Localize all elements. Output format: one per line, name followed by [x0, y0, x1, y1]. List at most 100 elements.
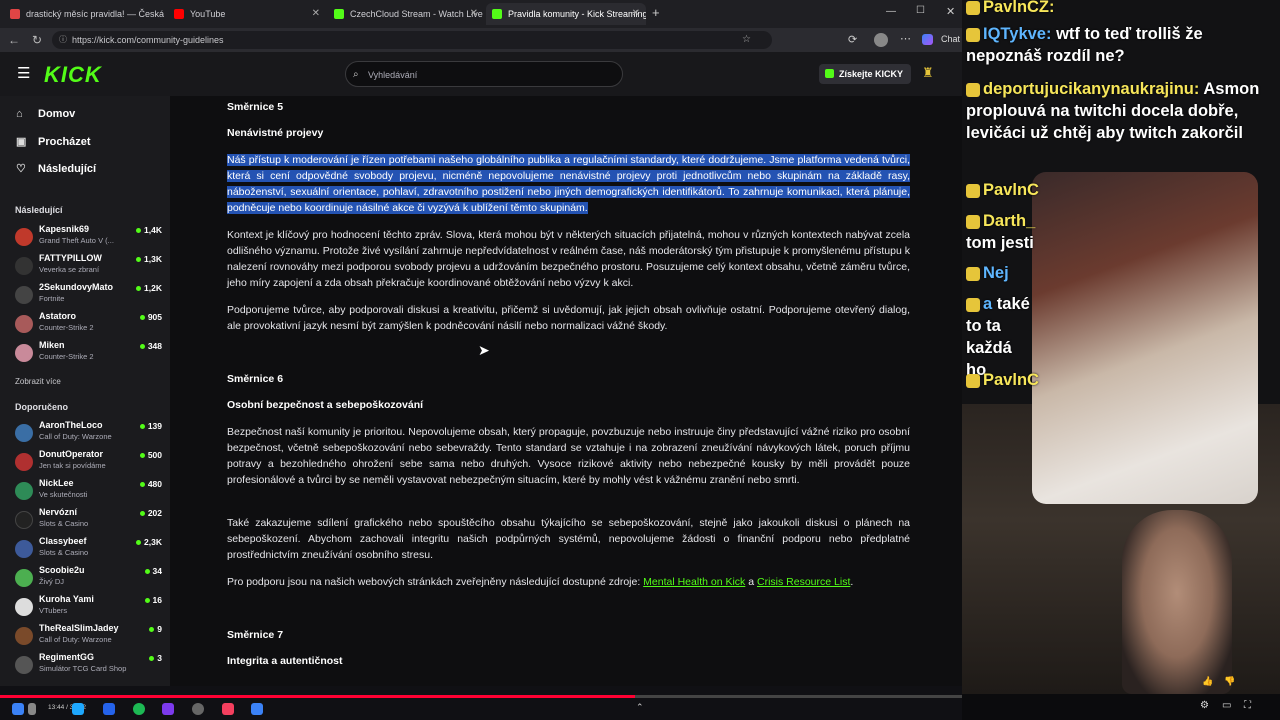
- sidebar-item-home[interactable]: ⌂ Domov: [16, 108, 75, 120]
- viewer-count: 480: [139, 479, 162, 489]
- account-icon[interactable]: ♜: [922, 65, 934, 81]
- favorite-star-icon[interactable]: ☆: [742, 31, 751, 49]
- url-field[interactable]: ⓘ https://kick.com/community-guidelines …: [52, 31, 772, 49]
- profile-avatar[interactable]: [874, 33, 888, 47]
- second-webcam: [1122, 510, 1232, 694]
- browse-icon: ▣: [16, 136, 27, 148]
- maximize-icon[interactable]: ☐: [916, 5, 925, 16]
- channel-name: Kapesnik69: [39, 224, 90, 234]
- guideline-5-paragraph-2: Kontext je klíčový pro hodnocení těchto …: [227, 229, 910, 289]
- browser-tab-community-guidelines[interactable]: Pravidla komunity - Kick Streaming ✕: [486, 3, 646, 25]
- channel-item[interactable]: Classybeef Slots & Casino 2,3K: [15, 536, 165, 564]
- recommended-section-title: Doporučeno: [15, 402, 68, 412]
- extensions-icon[interactable]: ⟳: [848, 33, 857, 46]
- stream-overlay-panel: PavlnCZ: IQTykve: wtf to teď trolliš že …: [962, 0, 1280, 720]
- app-icon[interactable]: [103, 703, 115, 715]
- guideline-7-subtitle: Integrita a autentičnost: [227, 655, 343, 667]
- close-tab-icon[interactable]: ✕: [312, 3, 320, 25]
- channel-category: Slots & Casino: [39, 548, 89, 557]
- close-window-icon[interactable]: ✕: [946, 5, 955, 18]
- channel-item[interactable]: Astatoro Counter-Strike 2 905: [15, 311, 165, 339]
- browser-tab-1[interactable]: drastický měsíc pravidla! — Česká t: [4, 3, 166, 25]
- browser-tab-youtube[interactable]: YouTube ✕: [168, 3, 326, 25]
- channel-item[interactable]: DonutOperator Jen tak si povídáme 500: [15, 449, 165, 477]
- chat-username: Darth_: [983, 212, 1036, 230]
- dislike-icon[interactable]: 👎: [1224, 676, 1235, 687]
- avatar: [15, 315, 33, 333]
- more-menu-icon[interactable]: ⋯: [900, 32, 911, 45]
- viewer-count-value: 500: [147, 450, 162, 460]
- show-more-link[interactable]: Zobrazit více: [15, 377, 61, 386]
- channel-item[interactable]: RegimentGG Simulátor TCG Card Shop 3: [15, 652, 165, 680]
- live-dot-icon: [136, 257, 142, 263]
- kick-logo[interactable]: KICK: [44, 62, 102, 88]
- reload-icon[interactable]: ↻: [32, 33, 42, 47]
- get-kicky-button[interactable]: Získejte KICKY: [819, 64, 911, 84]
- search-placeholder: Vyhledávání: [368, 70, 418, 80]
- channel-item[interactable]: Kuroha Yami VTubers 16: [15, 594, 165, 622]
- fullscreen-icon[interactable]: ⛶: [1244, 700, 1251, 711]
- avatar: [15, 569, 33, 587]
- copilot-icon[interactable]: [922, 34, 933, 45]
- live-dot-icon: [139, 424, 145, 430]
- guideline-5-subtitle: Nenávistné projevy: [227, 127, 324, 139]
- theater-mode-icon[interactable]: ▭: [1222, 700, 1231, 711]
- channel-item[interactable]: Kapesnik69 Grand Theft Auto V (... 1,4K: [15, 224, 165, 252]
- viewer-count: 139: [139, 421, 162, 431]
- viewer-count-value: 139: [147, 421, 162, 431]
- browser-icon[interactable]: [222, 703, 234, 715]
- viewer-count-value: 2,3K: [144, 537, 162, 547]
- tray-chevron-icon[interactable]: ⌃: [636, 702, 644, 713]
- search-input[interactable]: ⌕ Vyhledávání: [345, 61, 623, 87]
- viewer-count-value: 3: [157, 653, 162, 663]
- close-tab-icon[interactable]: ✕: [632, 3, 640, 25]
- channel-item[interactable]: AaronTheLoco Call of Duty: Warzone 139: [15, 420, 165, 448]
- viewer-count: 1,3K: [136, 254, 162, 264]
- new-tab-icon[interactable]: +: [652, 5, 660, 20]
- edge-icon[interactable]: [72, 703, 84, 715]
- channel-item[interactable]: Miken Counter-Strike 2 348: [15, 340, 165, 368]
- channel-item[interactable]: FATTYPILLOW Veverka se zbraní 1,3K: [15, 253, 165, 281]
- hamburger-menu-icon[interactable]: ☰: [17, 64, 30, 82]
- avatar: [15, 482, 33, 500]
- chat-badge-icon: [966, 0, 980, 15]
- channel-item[interactable]: Nervózní Slots & Casino 202: [15, 507, 165, 535]
- channel-item[interactable]: 2SekundovyMato Fortnite 1,2K: [15, 282, 165, 310]
- viewer-count-value: 202: [147, 508, 162, 518]
- home-icon: ⌂: [16, 108, 23, 120]
- obs-icon[interactable]: [192, 703, 204, 715]
- streamer-webcam: [1032, 172, 1258, 504]
- minimize-icon[interactable]: —: [886, 6, 896, 17]
- browser-tab-czechcloud[interactable]: CzechCloud Stream - Watch Live o ✕: [328, 3, 484, 25]
- sidebar-item-label: Procházet: [38, 136, 91, 148]
- channel-item[interactable]: TheRealSlimJadey Call of Duty: Warzone 9: [15, 623, 165, 651]
- back-icon[interactable]: ←: [8, 33, 20, 47]
- start-icon[interactable]: [12, 703, 24, 715]
- notes-icon[interactable]: [251, 703, 263, 715]
- mouse-cursor-icon: ➤: [478, 342, 490, 358]
- avatar: [15, 598, 33, 616]
- chat-message: Nej: [966, 262, 1009, 284]
- spotify-icon[interactable]: [133, 703, 145, 715]
- live-dot-icon: [149, 656, 155, 662]
- viewer-count-value: 1,4K: [144, 225, 162, 235]
- settings-gear-icon[interactable]: ⚙: [1200, 700, 1209, 711]
- sidebar-item-following[interactable]: ♡ Následující: [16, 162, 96, 175]
- viewer-count: 34: [144, 566, 162, 576]
- resources-and: a: [745, 576, 757, 588]
- site-info-icon[interactable]: ⓘ: [59, 31, 67, 49]
- discord-icon[interactable]: [162, 703, 174, 715]
- viewer-count: 2,3K: [136, 537, 162, 547]
- video-progress-bar[interactable]: [0, 695, 962, 698]
- like-icon[interactable]: 👍: [1202, 676, 1213, 687]
- channel-name: Astatoro: [39, 311, 77, 321]
- chat-button[interactable]: Chat: [941, 34, 960, 44]
- channel-item[interactable]: Scoobie2u Živý DJ 34: [15, 565, 165, 593]
- sidebar-item-browse[interactable]: ▣ Procházet: [16, 135, 91, 148]
- volume-icon[interactable]: [28, 703, 36, 715]
- mental-health-link[interactable]: Mental Health on Kick: [643, 576, 745, 588]
- crisis-resource-link[interactable]: Crisis Resource List: [757, 576, 850, 588]
- channel-item[interactable]: NickLee Ve skutečnosti 480: [15, 478, 165, 506]
- close-tab-icon[interactable]: ✕: [470, 3, 478, 25]
- chat-badge-icon: [966, 266, 980, 281]
